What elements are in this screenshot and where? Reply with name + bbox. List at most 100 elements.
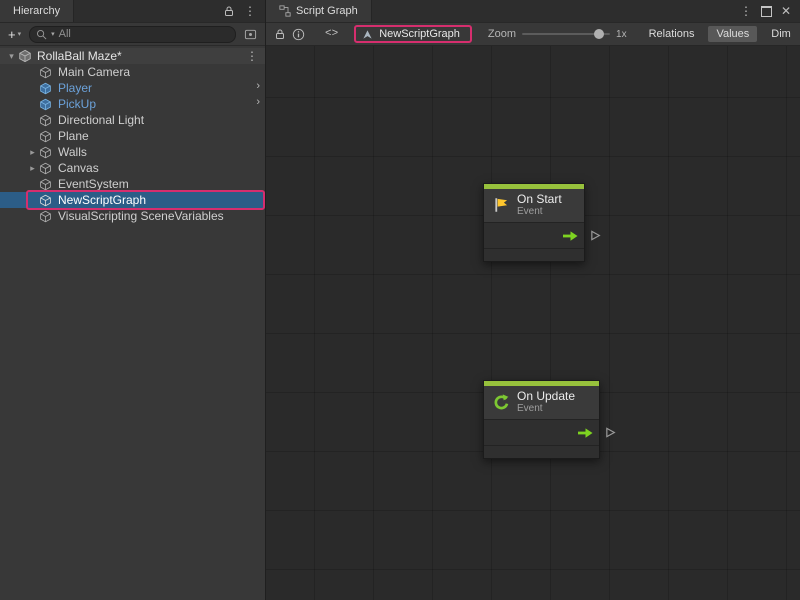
tab-hierarchy[interactable]: Hierarchy: [0, 0, 74, 22]
node-subtitle: Event: [517, 403, 575, 414]
node-text: On Start Event: [517, 193, 562, 217]
gameobject-cube-icon: [39, 209, 54, 223]
tree-item-label: PickUp: [58, 97, 96, 111]
foldout-closed-icon[interactable]: ▸: [26, 164, 39, 173]
node-on-update[interactable]: On Update Event: [483, 380, 600, 459]
graph-canvas[interactable]: On Start Event: [266, 46, 800, 600]
search-filter-caret-icon: ▾: [51, 31, 55, 38]
zoom-slider[interactable]: [522, 27, 610, 41]
tree-item-label: NewScriptGraph: [58, 193, 146, 207]
tab-script-graph[interactable]: Script Graph: [266, 0, 372, 22]
code-icon[interactable]: <>: [325, 28, 338, 40]
gameobject-cube-icon: [39, 129, 54, 143]
tree-item-label: Directional Light: [58, 113, 144, 127]
scene-name: RollaBall Maze*: [37, 49, 122, 63]
node-flow-row: [484, 420, 599, 446]
add-object-button[interactable]: + ▾: [5, 27, 24, 42]
node-text: On Update Event: [517, 390, 575, 414]
gameobject-cube-icon: [39, 177, 54, 191]
values-button[interactable]: Values: [708, 26, 757, 42]
tree-item-label: Main Camera: [58, 65, 130, 79]
graph-name-label: NewScriptGraph: [379, 28, 460, 40]
zoom-value: 1x: [616, 29, 627, 40]
tree-item-eventsystem[interactable]: EventSystem: [0, 176, 265, 192]
gameobject-cube-icon: [39, 161, 54, 175]
node-title: On Start: [517, 193, 562, 206]
hierarchy-strip-actions: ⋮: [214, 0, 265, 22]
gameobject-cube-icon: [39, 193, 54, 207]
node-header: On Start Event: [484, 189, 584, 223]
scene-row-rollaball-maze[interactable]: ▾ RollaBall Maze* ⋮: [0, 48, 265, 64]
node-footer: [484, 446, 599, 458]
node-title: On Update: [517, 390, 575, 403]
relations-button[interactable]: Relations: [641, 26, 703, 42]
graph-tab-label: Script Graph: [296, 5, 358, 17]
tree-item-label: VisualScripting SceneVariables: [58, 209, 224, 223]
tree-item-directional-light[interactable]: Directional Light: [0, 112, 265, 128]
unity-scene-icon: [18, 49, 33, 63]
output-port[interactable]: [590, 230, 601, 241]
hierarchy-panel: Hierarchy ⋮ + ▾ ▾ All: [0, 0, 266, 600]
add-object-label: +: [8, 27, 16, 42]
hierarchy-search-input[interactable]: ▾ All: [29, 26, 236, 43]
graph-tabstrip: Script Graph ⋮ ✕: [266, 0, 800, 23]
search-text: All: [59, 28, 71, 40]
tree-item-label: Player: [58, 81, 92, 95]
window-actions: ⋮ ✕: [731, 0, 800, 22]
prefab-cube-icon: [39, 81, 54, 95]
node-on-start[interactable]: On Start Event: [483, 183, 585, 262]
hierarchy-tab-label: Hierarchy: [13, 5, 60, 17]
tree-item-main-camera[interactable]: Main Camera: [0, 64, 265, 80]
lock-icon[interactable]: [274, 28, 286, 40]
flow-arrow-icon: [578, 428, 593, 438]
script-graph-panel: Script Graph ⋮ ✕ <> NewScriptGraph: [266, 0, 800, 600]
hierarchy-tree: ▾ RollaBall Maze* ⋮ Main Camera: [0, 46, 265, 600]
maximize-icon[interactable]: [761, 6, 772, 17]
gameobject-cube-icon: [39, 113, 54, 127]
tree-item-label: EventSystem: [58, 177, 129, 191]
zoom-slider-handle[interactable]: [594, 29, 604, 39]
zoom-label: Zoom: [488, 28, 516, 40]
tree-item-label: Plane: [58, 129, 89, 143]
node-header: On Update Event: [484, 386, 599, 420]
flow-arrow-icon: [563, 231, 578, 241]
tree-item-canvas[interactable]: ▸ Canvas: [0, 160, 265, 176]
prefab-open-chevron-icon[interactable]: ›: [256, 97, 260, 108]
node-flow-row: [484, 223, 584, 249]
node-footer: [484, 249, 584, 261]
search-icon: [36, 29, 47, 40]
tree-item-plane[interactable]: Plane: [0, 128, 265, 144]
tree-item-walls[interactable]: ▸ Walls: [0, 144, 265, 160]
flag-icon: [491, 195, 511, 215]
hierarchy-tabstrip: Hierarchy ⋮: [0, 0, 265, 23]
graph-name-button[interactable]: NewScriptGraph: [354, 25, 472, 43]
graph-asset-icon: [362, 29, 373, 40]
prefab-open-chevron-icon[interactable]: ›: [256, 81, 260, 92]
tree-item-pickup[interactable]: PickUp ›: [0, 96, 265, 112]
node-subtitle: Event: [517, 206, 562, 217]
kebab-menu-icon[interactable]: ⋮: [740, 5, 752, 17]
tree-item-label: Walls: [58, 145, 87, 159]
tree-item-label: Canvas: [58, 161, 99, 175]
prefab-cube-icon: [39, 97, 54, 111]
gameobject-cube-icon: [39, 65, 54, 79]
close-icon[interactable]: ✕: [781, 5, 791, 17]
dim-button[interactable]: Dim: [763, 26, 799, 42]
tree-item-newscriptgraph[interactable]: NewScriptGraph: [0, 192, 265, 208]
kebab-menu-icon[interactable]: ⋮: [244, 5, 256, 17]
scene-kebab-icon[interactable]: ⋮: [246, 50, 265, 62]
graph-tab-icon: [279, 5, 291, 17]
foldout-closed-icon[interactable]: ▸: [26, 148, 39, 157]
unity-editor-window: Hierarchy ⋮ + ▾ ▾ All: [0, 0, 800, 600]
graph-toolbar: <> NewScriptGraph Zoom 1x Relations Valu…: [266, 23, 800, 46]
tree-item-scenevariables[interactable]: VisualScripting SceneVariables: [0, 208, 265, 224]
chevron-down-icon: ▾: [18, 31, 22, 38]
lock-icon[interactable]: [223, 5, 235, 17]
gameobject-cube-icon: [39, 145, 54, 159]
info-icon[interactable]: [292, 28, 305, 41]
tree-item-player[interactable]: Player ›: [0, 80, 265, 96]
output-port[interactable]: [605, 427, 616, 438]
loop-icon: [491, 392, 511, 412]
scene-picker-icon[interactable]: [241, 28, 260, 41]
foldout-open-icon[interactable]: ▾: [5, 52, 18, 61]
